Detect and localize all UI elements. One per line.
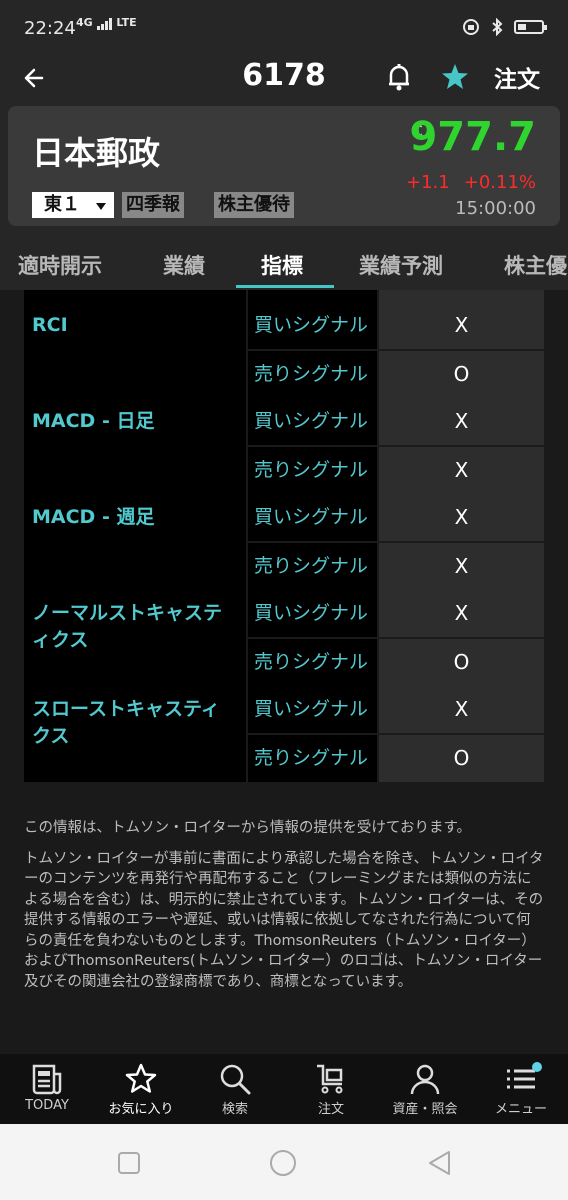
stock-card: 日本郵政 C 977.7 +1.1 +0.11% 15:00:00 東１ 四季報 …: [8, 106, 560, 226]
price-change: +1.1 +0.11%: [406, 172, 536, 193]
buy-signal-label: 買いシグナル: [248, 302, 377, 349]
star-icon: [125, 1063, 157, 1093]
nav-label: お気に入り: [108, 1102, 174, 1117]
network-type-bottom: LTE: [116, 16, 137, 29]
network-indicator: 4G LTE: [76, 16, 137, 30]
sell-signal-value: O: [379, 351, 544, 398]
tab-disclosure[interactable]: 適時開示: [18, 250, 102, 280]
nav-label: TODAY: [25, 1098, 69, 1113]
tab-performance[interactable]: 業績: [163, 250, 205, 280]
sell-signal-value: O: [379, 735, 544, 782]
back-arrow-icon[interactable]: [18, 60, 54, 96]
stock-name: 日本郵政: [32, 134, 161, 172]
indicator-row: RCI 買いシグナル X 売りシグナル O: [24, 302, 544, 398]
nav-today[interactable]: TODAY: [0, 1054, 94, 1124]
recent-apps-icon[interactable]: [114, 1148, 144, 1178]
sell-signal-value: X: [379, 543, 544, 590]
yutai-tag[interactable]: 株主優待: [214, 192, 294, 218]
news-icon: [32, 1064, 62, 1095]
table-top-strip: [24, 290, 544, 302]
current-price: 977.7: [409, 114, 536, 160]
tab-indicators[interactable]: 指標: [261, 250, 303, 280]
system-nav-bar: [0, 1124, 568, 1200]
stock-summary: 日本郵政 C 977.7 +1.1 +0.11% 15:00:00 東１ 四季報 …: [0, 100, 568, 238]
buy-signal-label: 買いシグナル: [248, 686, 377, 733]
buy-signal-value: X: [379, 302, 544, 349]
back-icon[interactable]: [424, 1148, 454, 1178]
buy-signal-value: X: [379, 686, 544, 733]
nav-label: 注文: [317, 1102, 344, 1117]
buy-signal-value: X: [379, 590, 544, 637]
buy-signal-label: 買いシグナル: [248, 590, 377, 637]
indicator-row: スローストキャスティクス 買いシグナル X 売りシグナル O: [24, 686, 544, 782]
nav-label: 検索: [221, 1102, 248, 1117]
status-time: 22:24: [24, 18, 76, 39]
nav-label: 資産・照会: [392, 1102, 458, 1117]
order-button[interactable]: 注文: [494, 60, 540, 94]
indicator-row: ノーマルストキャスティクス 買いシグナル X 売りシグナル O: [24, 590, 544, 686]
disclaimer-terms: トムソン・ロイターが事前に書面により承認した場合を除き、トムソン・ロイターのコン…: [24, 850, 544, 990]
indicator-row: MACD - 日足 買いシグナル X 売りシグナル X: [24, 398, 544, 494]
bluetooth-icon: [492, 18, 503, 36]
stock-code-title: 6178: [242, 58, 326, 93]
nav-label: メニュー: [494, 1102, 547, 1117]
indicator-row: MACD - 週足 買いシグナル X 売りシグナル X: [24, 494, 544, 590]
person-icon: [410, 1064, 440, 1095]
market-select-value: 東１: [44, 194, 80, 215]
indicator-name: スローストキャスティクス: [24, 686, 246, 782]
shikiho-tag[interactable]: 四季報: [122, 192, 184, 218]
change-percent: +0.11%: [463, 172, 536, 193]
sell-signal-label: 売りシグナル: [248, 735, 377, 782]
sell-signal-label: 売りシグナル: [248, 447, 377, 494]
buy-signal-label: 買いシグナル: [248, 494, 377, 541]
sell-signal-value: X: [379, 447, 544, 494]
alarm-icon: [463, 19, 479, 35]
sell-signal-label: 売りシグナル: [248, 543, 377, 590]
buy-signal-label: 買いシグナル: [248, 398, 377, 445]
price-time: 15:00:00: [455, 198, 536, 219]
tab-shareholder[interactable]: 株主優: [504, 250, 567, 280]
disclaimer: この情報は、トムソン・ロイターから情報の提供を受けております。 トムソン・ロイタ…: [24, 818, 544, 992]
tab-bar: 適時開示 業績 指標 業績予測 株主優: [0, 238, 568, 290]
chevron-down-icon: [96, 203, 106, 210]
change-value: +1.1: [406, 172, 450, 193]
disclaimer-source: この情報は、トムソン・ロイターから情報の提供を受けております。: [24, 820, 472, 836]
indicator-name: MACD - 週足: [24, 494, 246, 590]
market-select[interactable]: 東１: [32, 192, 114, 218]
favorite-star-icon[interactable]: [438, 60, 472, 94]
search-icon: [220, 1064, 251, 1095]
bell-icon[interactable]: [382, 60, 416, 94]
nav-assets[interactable]: 資産・照会: [378, 1054, 472, 1124]
signal-icon: [96, 18, 112, 30]
indicator-name: ノーマルストキャスティクス: [24, 590, 246, 686]
cart-icon: [317, 1064, 343, 1094]
nav-order[interactable]: 注文: [284, 1054, 378, 1124]
notification-dot: [532, 1062, 542, 1072]
sell-signal-label: 売りシグナル: [248, 351, 377, 398]
indicator-name: RCI: [24, 302, 246, 398]
nav-menu[interactable]: メニュー: [474, 1054, 568, 1124]
nav-favorites[interactable]: お気に入り: [94, 1054, 188, 1124]
home-icon[interactable]: [268, 1148, 298, 1178]
indicator-name: MACD - 日足: [24, 398, 246, 494]
status-bar: 22:24 4G LTE: [0, 0, 568, 56]
tab-forecast[interactable]: 業績予測: [359, 250, 443, 280]
sell-signal-value: O: [379, 639, 544, 686]
header: 6178 注文: [0, 56, 568, 100]
buy-signal-value: X: [379, 398, 544, 445]
active-tab-indicator: [236, 285, 334, 288]
nav-search[interactable]: 検索: [188, 1054, 282, 1124]
buy-signal-value: X: [379, 494, 544, 541]
battery-icon: [514, 20, 547, 34]
sell-signal-label: 売りシグナル: [248, 639, 377, 686]
bottom-nav: TODAY お気に入り 検索 注文 資産・照会 メニュー: [0, 1054, 568, 1124]
network-type-top: 4G: [76, 16, 93, 29]
